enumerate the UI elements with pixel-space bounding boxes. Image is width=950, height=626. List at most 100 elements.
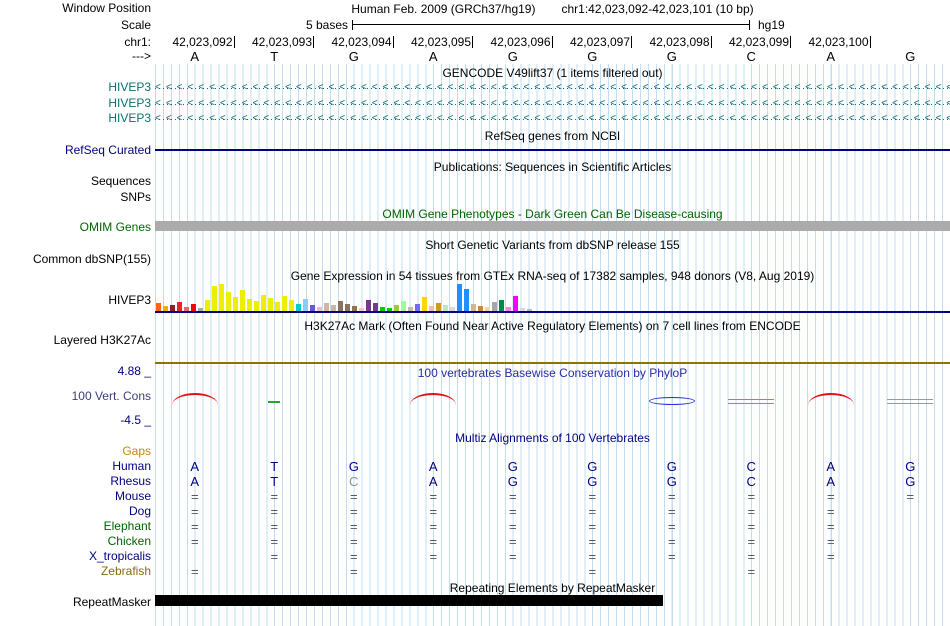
alignment-cell: A xyxy=(428,474,438,489)
alignment-cell: = xyxy=(508,504,517,519)
vert-cons-label[interactable]: 100 Vert. Cons xyxy=(72,390,151,403)
repeatmasker-label[interactable]: RepeatMasker xyxy=(73,596,151,609)
gencode-gene-label[interactable]: HIVEP3 xyxy=(108,96,151,110)
gtex-baseline xyxy=(155,311,950,313)
h3k27ac-title[interactable]: H3K27Ac Mark (Often Found Near Active Re… xyxy=(155,319,950,333)
multiz-species-rhesus[interactable]: Rhesus xyxy=(110,475,151,488)
alignment-cell xyxy=(791,445,871,459)
repeatmasker-title[interactable]: Repeating Elements by RepeatMasker xyxy=(155,581,950,595)
alignment-cell: = xyxy=(588,489,597,504)
reference-base: G xyxy=(507,49,518,64)
genome-browser: Human Feb. 2009 (GRCh37/hg19) chr1: 42,02… xyxy=(0,0,950,626)
alignment-cell xyxy=(791,565,871,579)
multiz-species-chicken[interactable]: Chicken xyxy=(108,535,151,548)
gtex-tissue-bar xyxy=(240,290,245,312)
alignment-cell xyxy=(871,535,950,549)
phylop-title[interactable]: 100 vertebrates Basewise Conservation by… xyxy=(155,366,950,380)
gencode-gene-line[interactable]: <<<<<<<<<<<<<<<<<<<<<<<<<<<<<<<<<<<<<<<<… xyxy=(155,81,950,95)
alignment-cell: = xyxy=(747,564,756,579)
omim-title[interactable]: OMIM Gene Phenotypes - Dark Green Can Be… xyxy=(155,207,950,221)
gencode-gene-line[interactable]: <<<<<<<<<<<<<<<<<<<<<<<<<<<<<<<<<<<<<<<<… xyxy=(155,112,950,126)
dbsnp-title[interactable]: Short Genetic Variants from dbSNP releas… xyxy=(155,238,950,252)
alignment-cell: T xyxy=(270,459,279,474)
conservation-mark xyxy=(728,399,775,404)
multiz-species-gaps[interactable]: Gaps xyxy=(122,445,151,458)
sequences-label[interactable]: Sequences xyxy=(91,175,151,188)
chrom-label: chr1: xyxy=(124,35,151,49)
multiz-species-human[interactable]: Human xyxy=(112,460,151,473)
alignment-cell: A xyxy=(190,474,200,489)
refseq-curated-line[interactable] xyxy=(155,149,950,151)
reference-base: A xyxy=(428,49,438,64)
gencode-gene-label[interactable]: HIVEP3 xyxy=(108,112,151,125)
omim-gene-bar[interactable] xyxy=(155,221,950,231)
alignment-cell: = xyxy=(508,519,517,534)
assembly-title: Human Feb. 2009 (GRCh37/hg19) xyxy=(351,2,536,16)
alignment-cell: G xyxy=(666,459,677,474)
snps-label[interactable]: SNPs xyxy=(120,191,151,204)
alignment-cell: = xyxy=(747,549,756,564)
alignment-cell: = xyxy=(588,534,597,549)
alignment-cell: = xyxy=(349,504,358,519)
multiz-species-dog[interactable]: Dog xyxy=(129,505,151,518)
multiz-row-zebrafish: = = = = xyxy=(155,565,950,579)
reference-base: G xyxy=(348,49,359,64)
multiz-title[interactable]: Multiz Alignments of 100 Vertebrates xyxy=(155,431,950,445)
alignment-cell: = xyxy=(747,519,756,534)
multiz-row-mouse: = = = = = = = = = = xyxy=(155,490,950,504)
gtex-tissue-bar xyxy=(261,295,266,312)
alignment-cell: = xyxy=(270,549,279,564)
alignment-cell: = xyxy=(349,564,358,579)
alignment-cell: = xyxy=(349,489,358,504)
conservation-mark xyxy=(648,397,695,405)
gtex-gene-label[interactable]: HIVEP3 xyxy=(108,294,151,307)
alignment-cell xyxy=(235,445,315,459)
alignment-cell xyxy=(871,565,950,579)
alignment-cell: G xyxy=(587,459,598,474)
scale-bar xyxy=(352,20,750,30)
gencode-title[interactable]: GENCODE V49lift37 (1 items filtered out) xyxy=(155,66,950,80)
refseq-title[interactable]: RefSeq genes from NCBI xyxy=(155,129,950,143)
layered-h3k27ac-label[interactable]: Layered H3K27Ac xyxy=(54,334,151,347)
alignment-cell: = xyxy=(667,534,676,549)
gtex-title[interactable]: Gene Expression in 54 tissues from GTEx … xyxy=(155,269,950,283)
alignment-cell: = xyxy=(429,489,438,504)
gencode-gene-line[interactable]: <<<<<<<<<<<<<<<<<<<<<<<<<<<<<<<<<<<<<<<<… xyxy=(155,96,950,111)
alignment-cell: = xyxy=(270,489,279,504)
alignment-cell: = xyxy=(667,489,676,504)
gtex-tissue-bar xyxy=(464,289,469,312)
common-dbsnp-label[interactable]: Common dbSNP(155) xyxy=(33,253,151,266)
alignment-cell xyxy=(871,550,950,564)
gencode-gene-label[interactable]: HIVEP3 xyxy=(108,81,151,94)
ruler-row[interactable]: 42,023,092 42,023,093 42,023,094 42,023,095… xyxy=(155,36,950,48)
alignment-cell: = xyxy=(349,549,358,564)
multiz-species-mouse[interactable]: Mouse xyxy=(115,490,151,503)
gtex-tissue-bar xyxy=(212,286,217,312)
ruler-position: 42,023,094 xyxy=(314,36,394,48)
refseq-curated-label[interactable]: RefSeq Curated xyxy=(65,144,151,157)
alignment-cell xyxy=(632,565,712,579)
gtex-bars[interactable] xyxy=(156,284,532,312)
multiz-species-elephant[interactable]: Elephant xyxy=(104,520,151,533)
reference-base: A xyxy=(826,49,836,64)
alignment-cell xyxy=(553,445,633,459)
alignment-cell: = xyxy=(906,489,915,504)
repeatmasker-bar[interactable] xyxy=(155,595,663,606)
gtex-tissue-bar xyxy=(268,298,273,312)
track-display-area[interactable]: Human Feb. 2009 (GRCh37/hg19) chr1:42,02… xyxy=(155,0,950,626)
publications-title[interactable]: Publications: Sequences in Scientific Ar… xyxy=(155,160,950,174)
ruler-position: 42,023,100 xyxy=(791,36,871,48)
alignment-cell: = xyxy=(588,564,597,579)
ruler-position: 42,023,093 xyxy=(235,36,314,48)
multiz-species-x_tropicalis[interactable]: X_tropicalis xyxy=(89,550,151,563)
multiz-species-zebrafish[interactable]: Zebrafish xyxy=(101,565,151,578)
alignment-cell: G xyxy=(905,474,916,489)
alignment-cell: = xyxy=(429,534,438,549)
reference-base: G xyxy=(666,49,677,64)
scale-label: Scale xyxy=(120,18,151,32)
reference-base: G xyxy=(905,49,916,64)
omim-genes-label[interactable]: OMIM Genes xyxy=(80,221,151,234)
multiz-row-human: ATGAGGGCAG xyxy=(155,460,950,474)
alignment-cell xyxy=(235,565,315,579)
alignment-cell: C xyxy=(746,474,756,489)
